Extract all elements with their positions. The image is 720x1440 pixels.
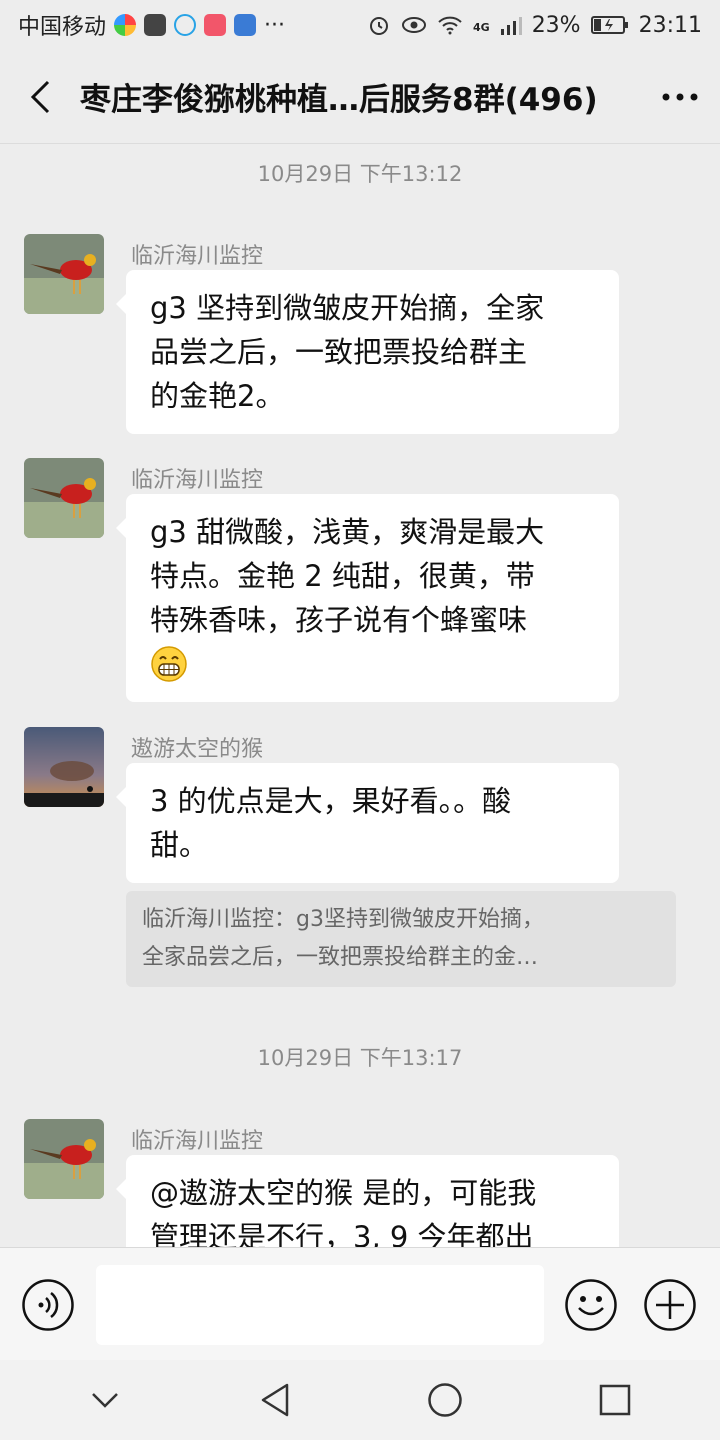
message-item: 临沂海川监控 @遨游太空的猴 是的，可能我 管理还是不行，3, 9 今年都出 (24, 1119, 704, 1247)
emoji-button[interactable] (564, 1278, 618, 1336)
more-icon (662, 93, 698, 100)
alarm-icon (370, 17, 388, 35)
message-line: 的金艳2。 (150, 379, 285, 413)
square-recents-icon (599, 1384, 631, 1416)
recents-nav-button[interactable] (575, 1360, 655, 1440)
timestamp: 10月29日 下午13:17 (257, 1046, 463, 1070)
shield-app-icon (234, 14, 257, 36)
sender-name: 临沂海川监控 (131, 244, 264, 269)
message-line: 特殊香味，孩子说有个蜂蜜味 (150, 603, 528, 637)
sender-name: 遨游太空的猴 (131, 737, 264, 762)
voice-input-button[interactable] (21, 1278, 75, 1336)
plus-icon (644, 1279, 696, 1331)
chat-messages[interactable]: 10月29日 下午13:12 临沂海川监控 g3 坚持到微皱皮开始摘，全家 品尝… (0, 145, 720, 1247)
message-line: 3 的优点是大，果好看。。酸 (150, 784, 512, 818)
more-notifications-icon: ··· (264, 12, 285, 38)
message-bubble[interactable]: @遨游太空的猴 是的，可能我 管理还是不行，3, 9 今年都出 (116, 1155, 619, 1247)
signal-icon (500, 17, 522, 35)
more-options-button[interactable] (640, 50, 720, 144)
message-line: 特点。金艳 2 纯甜，很黄，带 (150, 559, 535, 593)
status-left: 中国移动 ··· (18, 9, 285, 41)
message-line: @遨游太空的猴 是的，可能我 (150, 1176, 537, 1210)
message-bubble[interactable]: g3 坚持到微皱皮开始摘，全家 品尝之后，一致把票投给群主 的金艳2。 (116, 270, 619, 434)
status-right: 4G 23% 23:11 (367, 13, 702, 38)
chevron-left-icon (30, 80, 50, 113)
timestamp: 10月29日 下午13:12 (257, 162, 463, 186)
pulse-app-icon (144, 14, 167, 36)
input-bar (0, 1247, 720, 1360)
message-bubble[interactable]: g3 甜微酸，浅黄，爽滑是最大 特点。金艳 2 纯甜，很黄，带 特殊香味，孩子说… (116, 494, 619, 702)
app-icon-red (204, 14, 227, 36)
chat-app-icon (174, 14, 197, 36)
quote-line: 全家品尝之后，一致把票投给群主的金… (142, 945, 539, 970)
wifi-icon (438, 16, 462, 35)
eye-icon (402, 17, 426, 33)
status-bar: 中国移动 ··· 4G 23% 23:11 (0, 0, 720, 50)
avatar[interactable] (24, 234, 104, 314)
avatar[interactable] (24, 727, 104, 807)
chat-title: 枣庄李俊猕桃种植…后服务8群(496) (80, 82, 598, 118)
avatar[interactable] (24, 1119, 104, 1199)
smile-icon (565, 1279, 617, 1331)
system-nav-bar (0, 1360, 720, 1440)
clock: 23:11 (638, 12, 702, 38)
circle-home-icon (428, 1383, 462, 1417)
colorful-app-icon (114, 14, 137, 36)
message-line: 品尝之后，一致把票投给群主 (150, 335, 528, 369)
quoted-message[interactable]: 临沂海川监控：g3坚持到微皱皮开始摘， 全家品尝之后，一致把票投给群主的金… (126, 891, 676, 987)
triangle-back-icon (261, 1383, 289, 1417)
voice-icon (22, 1279, 74, 1331)
sender-name: 临沂海川监控 (131, 1129, 264, 1154)
hide-nav-button[interactable] (65, 1360, 145, 1440)
message-line: g3 坚持到微皱皮开始摘，全家 (150, 291, 545, 325)
battery-charging-icon (590, 16, 628, 34)
more-functions-button[interactable] (643, 1278, 697, 1336)
message-line: g3 甜微酸，浅黄，爽滑是最大 (150, 515, 545, 549)
home-nav-button[interactable] (405, 1360, 485, 1440)
message-input[interactable] (96, 1265, 544, 1345)
carrier-label: 中国移动 (18, 15, 107, 40)
grin-emoji-icon (151, 646, 187, 682)
message-item: 遨游太空的猴 3 的优点是大，果好看。。酸 甜。 临沂海川监控：g3坚持到微皱皮… (24, 727, 704, 987)
back-nav-button[interactable] (235, 1360, 315, 1440)
chevron-down-icon (92, 1393, 118, 1408)
message-item: 临沂海川监控 g3 甜微酸，浅黄，爽滑是最大 特点。金艳 2 纯甜，很黄，带 特… (24, 458, 704, 708)
message-bubble[interactable]: 3 的优点是大，果好看。。酸 甜。 (116, 763, 619, 883)
avatar[interactable] (24, 458, 104, 538)
battery-percent: 23% (531, 12, 581, 38)
message-item: 临沂海川监控 g3 坚持到微皱皮开始摘，全家 品尝之后，一致把票投给群主 的金艳… (24, 234, 704, 434)
sender-name: 临沂海川监控 (131, 468, 264, 493)
network-type-label: 4G (473, 20, 490, 34)
message-line: 管理还是不行，3, 9 今年都出 (150, 1220, 534, 1247)
quote-line: 临沂海川监控：g3坚持到微皱皮开始摘， (142, 907, 544, 932)
back-button[interactable] (0, 50, 80, 144)
message-line: 甜。 (150, 828, 209, 862)
chat-header: 枣庄李俊猕桃种植…后服务8群(496) (0, 50, 720, 144)
